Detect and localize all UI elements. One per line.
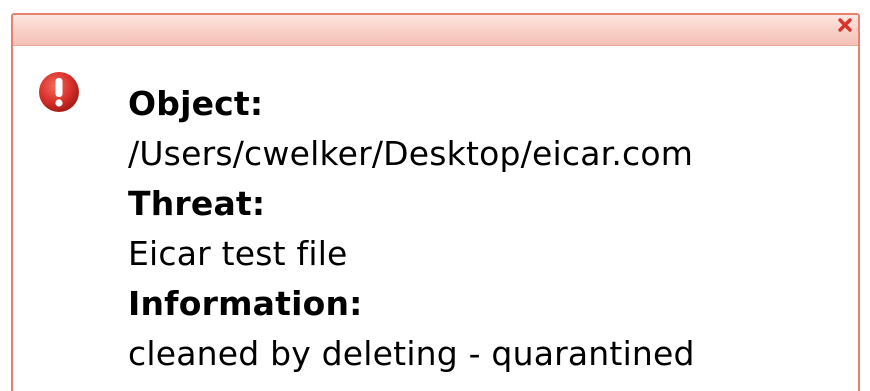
information-value: cleaned by deleting - quarantined <box>128 334 695 373</box>
title-bar[interactable] <box>13 15 858 46</box>
information-label: Information: <box>128 284 363 323</box>
object-label: Object: <box>128 84 264 123</box>
object-value: /Users/cwelker/Desktop/eicar.com <box>128 134 694 173</box>
alert-details: Object: /Users/cwelker/Desktop/eicar.com… <box>128 79 695 379</box>
close-icon[interactable] <box>836 16 854 34</box>
threat-label: Threat: <box>128 184 266 223</box>
close-button[interactable] <box>834 14 856 36</box>
threat-alert-window: Object: /Users/cwelker/Desktop/eicar.com… <box>0 0 870 391</box>
exclamation-icon <box>39 72 79 112</box>
alert-frame: Object: /Users/cwelker/Desktop/eicar.com… <box>11 13 860 391</box>
threat-value: Eicar test file <box>128 234 348 273</box>
